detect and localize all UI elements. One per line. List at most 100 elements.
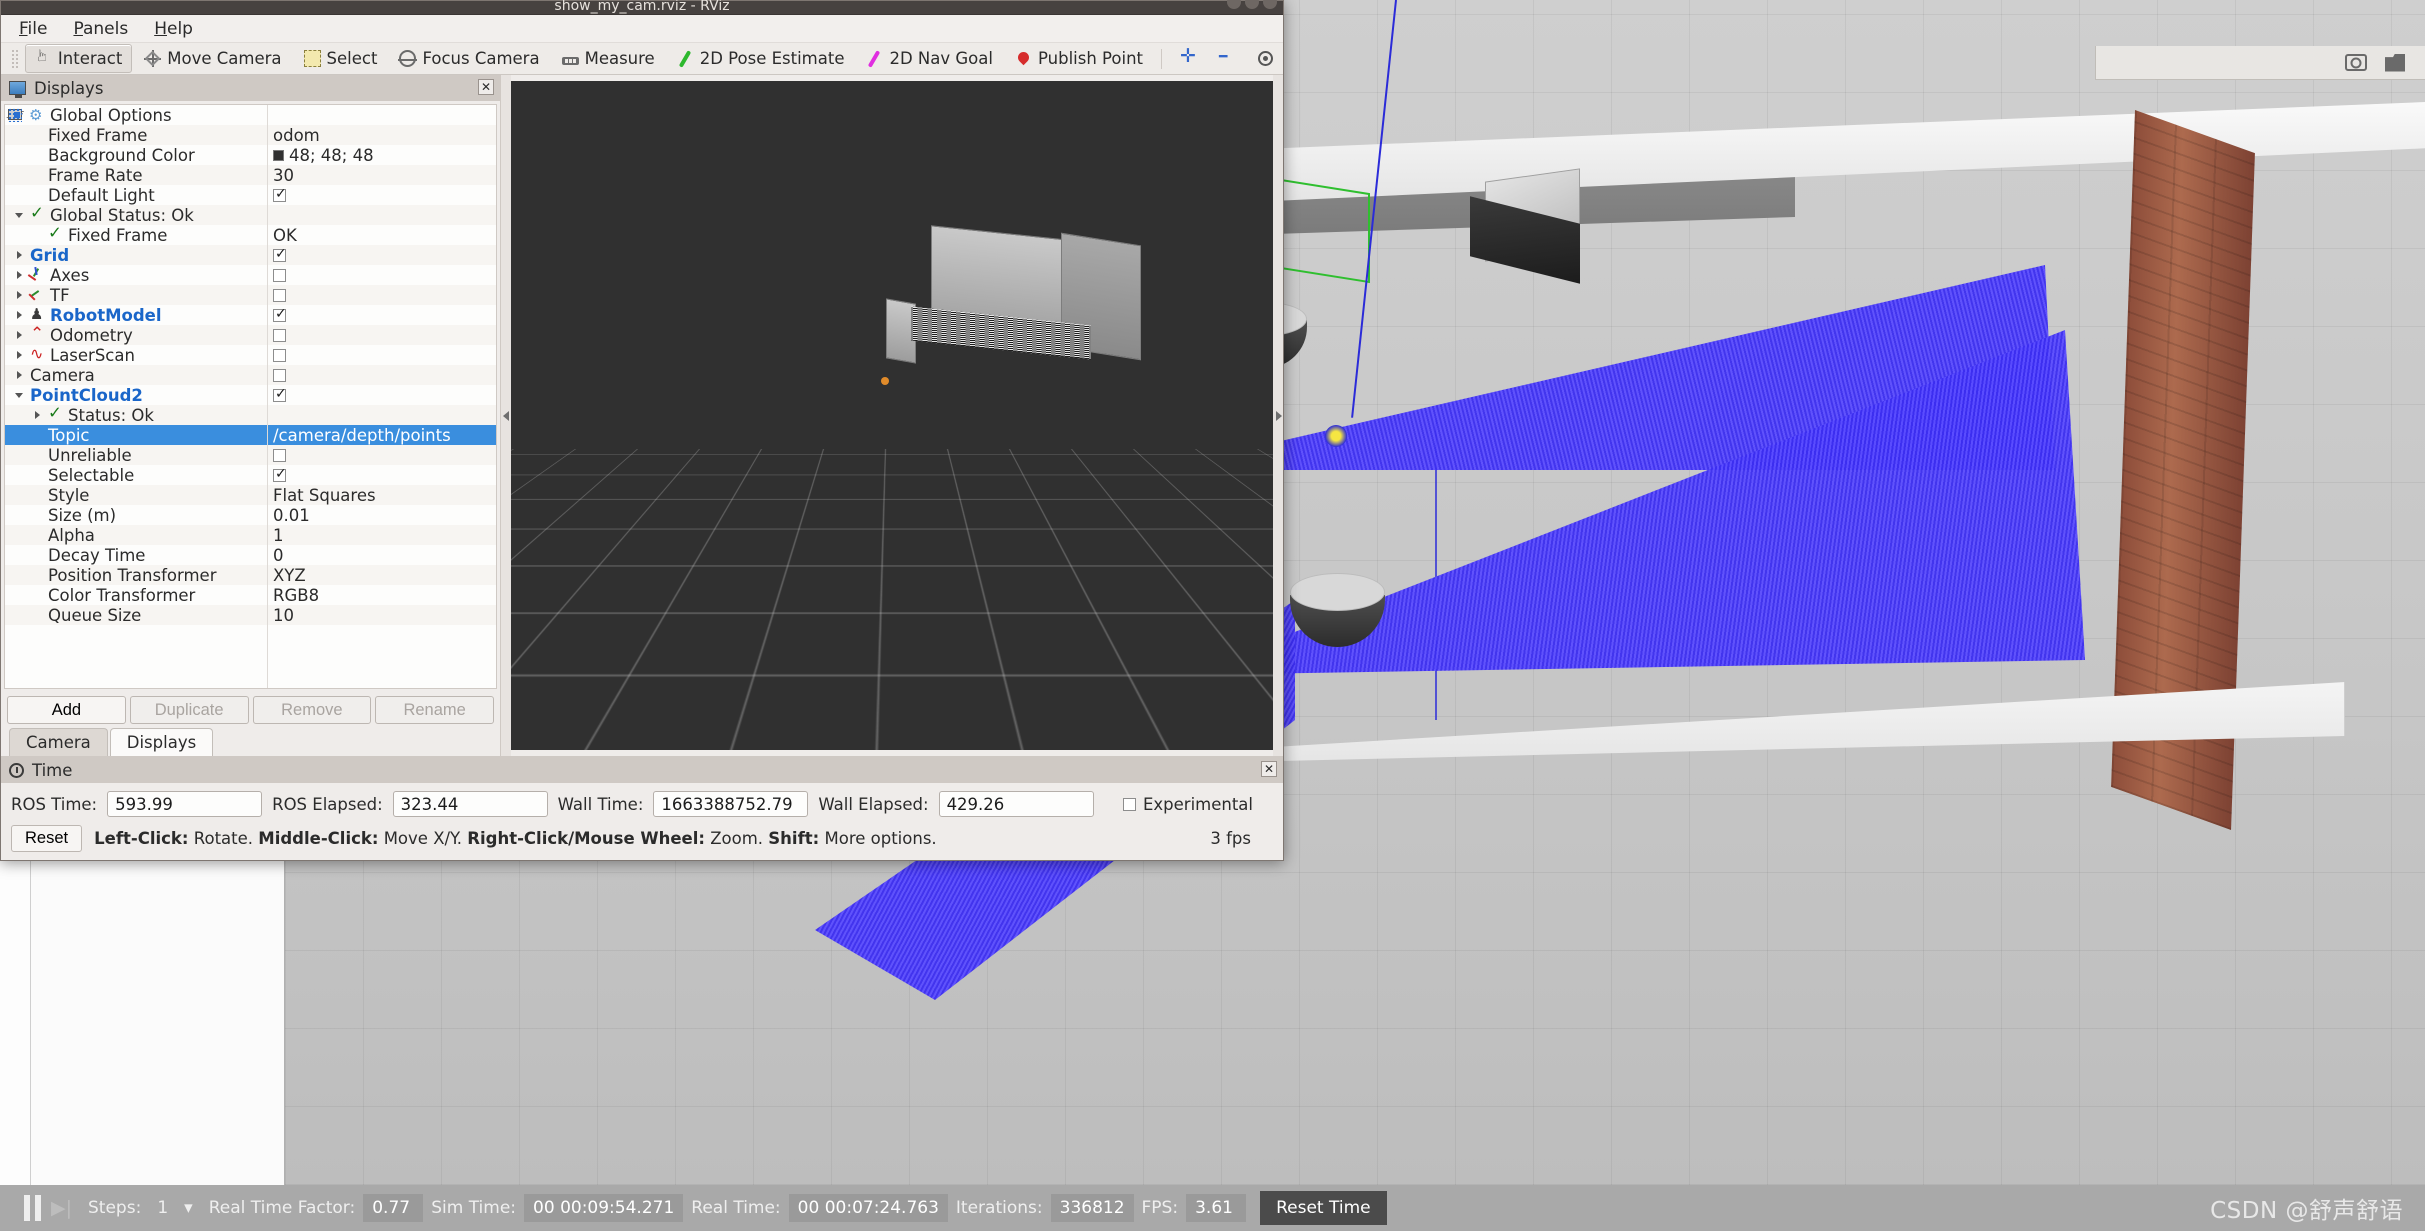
gazebo-status-bar[interactable]: ▶| Steps: 1 ▾ Real Time Factor: 0.77 Sim… <box>0 1185 2425 1231</box>
tree-row-pointcloud2[interactable]: PointCloud2 <box>5 108 267 405</box>
toolbar-grip[interactable] <box>11 48 19 69</box>
tool-measure[interactable]: Measure <box>552 44 665 73</box>
tree-checkbox[interactable] <box>273 288 286 302</box>
minimize-button[interactable] <box>1227 0 1241 9</box>
tree-row-unreliable[interactable]: Unreliable <box>5 445 267 465</box>
chevron-right-icon[interactable] <box>13 285 27 305</box>
tree-row-decay-time[interactable]: Decay Time <box>5 545 267 565</box>
tree-row-fixed-frame[interactable]: ✓ Fixed Frame <box>5 223 267 245</box>
tree-value-cell[interactable]: 1 <box>268 525 496 545</box>
tree-checkbox[interactable] <box>273 186 287 202</box>
step-forward-icon[interactable]: ▶| <box>51 1197 72 1219</box>
tree-row-size-m[interactable]: Size (m) <box>5 505 267 525</box>
tree-value-cell[interactable] <box>268 365 496 385</box>
tree-row-status-ok[interactable]: ✓ Status: Ok <box>5 403 267 425</box>
chevron-right-icon[interactable] <box>13 305 27 325</box>
rename-button[interactable]: Rename <box>375 696 494 724</box>
tree-row-odometry[interactable]: Odometry <box>5 324 267 345</box>
tab-displays[interactable]: Displays <box>109 728 214 756</box>
tree-checkbox[interactable] <box>273 246 287 262</box>
chevron-right-icon[interactable] <box>13 345 27 365</box>
tool-move-camera[interactable]: Move Camera <box>134 44 291 73</box>
menu-help[interactable]: Help <box>154 19 193 39</box>
tree-checkbox[interactable] <box>273 386 287 402</box>
tree-checkbox[interactable] <box>273 348 286 362</box>
reset-button[interactable]: Reset <box>11 825 83 852</box>
chevron-down-icon[interactable] <box>13 385 27 405</box>
rviz-3d-view[interactable] <box>511 81 1273 750</box>
tree-value-cell[interactable]: Flat Squares <box>268 485 496 505</box>
time-close-icon[interactable]: ✕ <box>1261 761 1277 777</box>
screenshot-icon[interactable] <box>2345 54 2367 71</box>
tool-nav-goal[interactable]: 2D Nav Goal <box>856 44 1003 73</box>
tree-value-cell[interactable] <box>268 325 496 345</box>
tree-value-cell[interactable] <box>268 285 496 305</box>
maximize-button[interactable] <box>1245 0 1259 9</box>
tree-value-cell[interactable] <box>268 345 496 365</box>
tool-pose-estimate[interactable]: 2D Pose Estimate <box>667 44 855 73</box>
tab-camera[interactable]: Camera <box>9 728 108 756</box>
tool-select[interactable]: Select <box>294 44 388 73</box>
tree-row-camera[interactable]: Camera <box>5 109 267 385</box>
tree-row-alpha[interactable]: Alpha <box>5 525 267 545</box>
tool-interact[interactable]: Interact <box>24 44 133 73</box>
tree-row-robotmodel[interactable]: RobotModel <box>5 305 267 325</box>
ros-elapsed-input[interactable]: 323.44 <box>392 791 548 817</box>
gazebo-toolbar-right[interactable] <box>2095 46 2425 80</box>
tree-checkbox[interactable] <box>273 368 286 382</box>
tree-value-cell[interactable]: /camera/depth/points <box>268 425 496 445</box>
tree-value-cell[interactable] <box>268 385 496 405</box>
chevron-right-icon[interactable] <box>13 265 27 285</box>
tree-row-axes[interactable]: Axes <box>5 265 267 285</box>
ros-time-input[interactable]: 593.99 <box>107 791 263 817</box>
tree-row-selectable[interactable]: Selectable <box>5 465 267 485</box>
pause-icon[interactable] <box>24 1195 41 1221</box>
tree-value-cell[interactable]: 0 <box>268 545 496 565</box>
tree-value-cell[interactable]: 48; 48; 48 <box>268 145 496 165</box>
add-button[interactable]: Add <box>7 696 126 724</box>
tree-value-cell[interactable]: 10 <box>268 605 496 625</box>
experimental-toggle[interactable]: Experimental <box>1122 795 1273 814</box>
tree-value-cell[interactable]: RGB8 <box>268 585 496 605</box>
reset-time-button[interactable]: Reset Time <box>1260 1191 1387 1225</box>
tree-checkbox[interactable] <box>273 466 287 482</box>
tree-row-style[interactable]: Style <box>5 485 267 505</box>
tool-add[interactable] <box>1170 45 1207 72</box>
panel-tabs[interactable]: Camera Displays <box>1 728 500 756</box>
experimental-checkbox[interactable] <box>1122 797 1136 811</box>
wall-time-input[interactable]: 1663388752.79 <box>653 791 809 817</box>
tree-value-cell[interactable]: OK <box>268 225 496 245</box>
tree-value-cell[interactable] <box>268 445 496 465</box>
rviz-titlebar[interactable]: show_my_cam.rviz - RViz <box>1 0 1283 15</box>
menu-panels[interactable]: Panels <box>73 19 128 39</box>
menu-bar[interactable]: File Panels Help <box>1 15 1283 43</box>
tree-row-color-transformer[interactable]: Color Transformer <box>5 585 267 605</box>
chevron-down-icon[interactable] <box>13 205 27 225</box>
chevron-right-icon[interactable] <box>13 325 27 345</box>
tree-value-cell[interactable]: 0.01 <box>268 505 496 525</box>
tree-value-cell[interactable] <box>268 265 496 285</box>
tree-row-fixed-frame[interactable]: Fixed Frame <box>5 125 267 145</box>
close-button[interactable] <box>1263 0 1277 9</box>
chevron-right-icon[interactable] <box>13 365 27 385</box>
left-dock-splitter[interactable] <box>501 75 511 756</box>
tool-remove[interactable] <box>1209 45 1246 72</box>
displays-button-row[interactable]: Add Duplicate Remove Rename <box>1 692 500 728</box>
tree-value-cell[interactable]: odom <box>268 125 496 145</box>
tool-focus-camera[interactable]: Focus Camera <box>389 44 549 73</box>
steps-value[interactable]: 1 <box>149 1198 176 1218</box>
tree-value-cell[interactable]: 30 <box>268 165 496 185</box>
tree-row-grid[interactable]: Grid <box>5 111 267 265</box>
tree-row-background-color[interactable]: Background Color <box>5 145 267 165</box>
duplicate-button[interactable]: Duplicate <box>129 696 249 724</box>
remove-button[interactable]: Remove <box>252 696 372 724</box>
tree-value-cell[interactable] <box>268 245 496 265</box>
tree-checkbox[interactable] <box>273 328 286 342</box>
tree-row-global-options[interactable]: Global Options <box>5 105 267 125</box>
steps-dropdown-icon[interactable]: ▾ <box>176 1198 201 1218</box>
tree-row-laserscan[interactable]: LaserScan <box>5 344 267 365</box>
tree-checkbox[interactable] <box>273 448 286 462</box>
tree-checkbox[interactable] <box>273 306 287 322</box>
wall-elapsed-input[interactable]: 429.26 <box>938 791 1094 817</box>
tool-bar[interactable]: Interact Move Camera Select Focus Camera… <box>1 43 1283 75</box>
